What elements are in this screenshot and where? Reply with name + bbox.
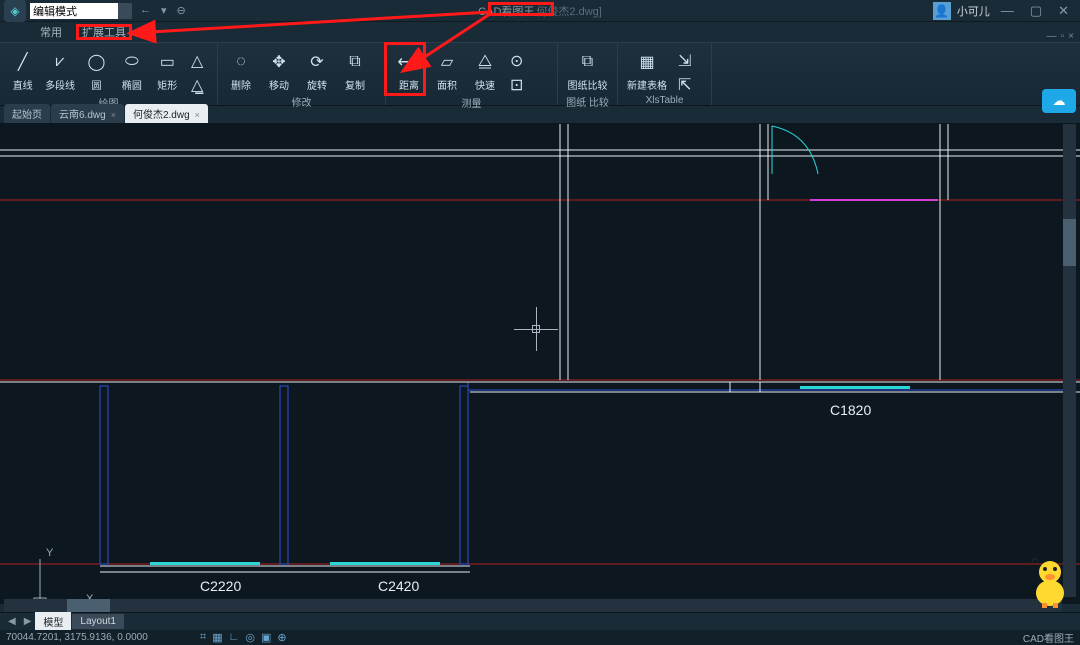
ortho-icon[interactable]: ∟ xyxy=(229,631,240,644)
close-button[interactable]: ✕ xyxy=(1053,3,1074,19)
area-button[interactable]: ▱面积 xyxy=(428,47,466,94)
dim-c1820: C1820 xyxy=(830,402,871,418)
title-bar: ◈ ← ▾ ⊖ CAD看图王 何俊杰2.dwg] 👤 小可儿 — ▢ ✕ xyxy=(0,0,1080,22)
quick-icon: ⧋ xyxy=(472,49,498,75)
vertical-scrollbar[interactable] xyxy=(1063,124,1076,597)
tab-common[interactable]: 常用 xyxy=(30,22,72,42)
layout-tab-strip: ◀ ▶ 模型 Layout1 xyxy=(0,612,1080,630)
cloud-sync-icon[interactable]: ☁ xyxy=(1042,89,1076,113)
doc-title-suffix: 何俊杰2.dwg] xyxy=(536,3,601,19)
line-button[interactable]: ╱直线 xyxy=(4,47,41,94)
group-compare-title: 图纸 比较 xyxy=(558,94,617,111)
mode-dropdown-icon[interactable] xyxy=(118,3,132,19)
copy-button[interactable]: ⧉复制 xyxy=(336,47,374,94)
drawing-canvas[interactable]: C1820 C2220 C2420 Y X xyxy=(0,124,1080,604)
xls-opt1-icon[interactable]: ⇲ xyxy=(678,51,694,67)
ribbon-tab-strip: 常用 扩展工具 — ▫ × xyxy=(0,22,1080,42)
username-label: 小可儿 xyxy=(957,3,990,19)
text-icon[interactable]: △̲ xyxy=(191,75,207,91)
app-title-badge: CAD看图王 xyxy=(478,3,534,19)
dim-icon[interactable]: △ xyxy=(191,51,207,67)
minimize-button[interactable]: — xyxy=(996,3,1019,18)
new-table-button[interactable]: ▦新建表格 xyxy=(622,47,672,94)
mascot-duck-icon xyxy=(1028,557,1072,609)
osnap-icon[interactable]: ▣ xyxy=(261,631,271,644)
polyline-button[interactable]: ⩗多段线 xyxy=(41,47,78,94)
nav-history: ← ▾ ⊖ xyxy=(140,4,186,17)
status-toggle-icons: ⌗ ▦ ∟ ◎ ▣ ⊕ xyxy=(200,631,287,644)
status-bar: 70044.7201, 3175.9136, 0.0000 ⌗ ▦ ∟ ◎ ▣ … xyxy=(0,630,1080,645)
maximize-button[interactable]: ▢ xyxy=(1025,3,1047,19)
ellipse-button[interactable]: ⬭椭圆 xyxy=(114,47,149,94)
grid-icon[interactable]: ▦ xyxy=(212,631,222,644)
file-tab-hejunjie[interactable]: 何俊杰2.dwg× xyxy=(125,104,208,123)
polar-icon[interactable]: ◎ xyxy=(245,631,255,644)
distance-icon: ⟷ xyxy=(396,49,422,75)
nav-back-icon[interactable]: ← xyxy=(140,4,151,17)
rotate-button[interactable]: ⟳旋转 xyxy=(298,47,336,94)
dim-c2420: C2420 xyxy=(378,578,419,594)
file-tab-yunnan[interactable]: 云南6.dwg× xyxy=(51,104,124,123)
xls-opt2-icon[interactable]: ⇱ xyxy=(678,75,694,91)
tab-extended-tools[interactable]: 扩展工具 xyxy=(72,22,136,42)
rect-button[interactable]: ▭矩形 xyxy=(150,47,185,94)
area-icon: ▱ xyxy=(434,49,460,75)
tabs-prev-icon[interactable]: ◀ xyxy=(4,616,20,627)
app-logo-icon: ◈ xyxy=(4,0,26,22)
tabs-next-icon[interactable]: ▶ xyxy=(20,616,36,627)
mode-input[interactable] xyxy=(30,3,118,19)
ribbon-close-icon[interactable]: × xyxy=(1068,31,1074,42)
group-measure-title: 测量 xyxy=(386,95,557,112)
move-button[interactable]: ✥移动 xyxy=(260,47,298,94)
circle-button[interactable]: ◯圆 xyxy=(79,47,114,94)
measure-opt1-icon[interactable]: ⊙ xyxy=(510,51,526,67)
horizontal-scrollbar[interactable] xyxy=(4,599,1062,612)
file-tab-start[interactable]: 起始页 xyxy=(4,104,50,123)
nav-fwd-icon[interactable]: ▾ xyxy=(161,4,167,17)
move-icon: ✥ xyxy=(266,49,292,75)
quick-button[interactable]: ⧋快速 xyxy=(466,47,504,94)
tab-layout1[interactable]: Layout1 xyxy=(72,614,124,629)
line-icon: ╱ xyxy=(10,49,36,75)
polyline-icon: ⩗ xyxy=(47,49,73,75)
dim-c2220: C2220 xyxy=(200,578,241,594)
compare-button[interactable]: ⧉图纸比较 xyxy=(562,47,613,94)
coords-readout: 70044.7201, 3175.9136, 0.0000 xyxy=(6,632,148,643)
group-modify-title: 修改 xyxy=(218,94,385,111)
nav-sep: ⊖ xyxy=(177,4,186,17)
snap-icon[interactable]: ⌗ xyxy=(200,631,206,644)
table-icon: ▦ xyxy=(634,49,660,75)
track-icon[interactable]: ⊕ xyxy=(277,631,286,644)
distance-button[interactable]: ⟷距离 xyxy=(390,47,428,94)
copy-icon: ⧉ xyxy=(342,49,368,75)
ribbon-restore-icon[interactable]: ▫ xyxy=(1061,31,1065,42)
erase-button[interactable]: ◌删除 xyxy=(222,47,260,94)
compare-icon: ⧉ xyxy=(575,49,601,75)
measure-opt2-icon[interactable]: ⊡ xyxy=(510,75,526,91)
ellipse-icon: ⬭ xyxy=(119,49,145,75)
avatar-icon[interactable]: 👤 xyxy=(933,2,951,20)
group-xlstable-title: XlsTable xyxy=(618,95,711,108)
tab-model[interactable]: 模型 xyxy=(35,612,71,631)
rect-icon: ▭ xyxy=(154,49,180,75)
erase-icon: ◌ xyxy=(228,49,254,75)
circle-icon: ◯ xyxy=(83,49,109,75)
rotate-icon: ⟳ xyxy=(304,49,330,75)
close-icon[interactable]: × xyxy=(111,110,116,120)
ribbon-bar: ╱直线 ⩗多段线 ◯圆 ⬭椭圆 ▭矩形 △ △̲ 绘图 ◌删除 ✥移动 ⟳旋转 … xyxy=(0,42,1080,106)
ribbon-minimize-icon[interactable]: — xyxy=(1047,31,1057,42)
close-icon[interactable]: × xyxy=(195,110,200,120)
status-brand: CAD看图王 xyxy=(1023,630,1074,645)
